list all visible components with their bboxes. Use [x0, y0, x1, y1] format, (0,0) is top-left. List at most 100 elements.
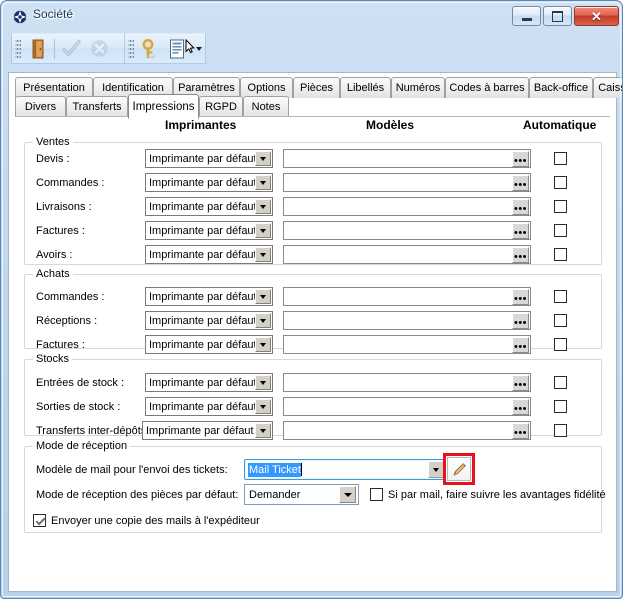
ellipsis-icon: ••• [513, 340, 528, 353]
reception-mode-combo[interactable]: Demander [244, 484, 359, 505]
model-browse-button[interactable]: ••• [512, 398, 529, 415]
tab-impressions[interactable]: Impressions [128, 94, 199, 119]
auto-checkbox-factures-achats[interactable] [554, 338, 567, 351]
printer-combo-livraisons[interactable]: Imprimante par défaut [145, 197, 273, 216]
auto-checkbox-sorties-stock[interactable] [554, 400, 567, 413]
auto-checkbox-avoirs[interactable] [554, 248, 567, 261]
tab-label: Options [247, 82, 286, 94]
column-header-models: Modèles [366, 118, 415, 132]
auto-checkbox-receptions[interactable] [554, 314, 567, 327]
chevron-down-icon[interactable] [255, 199, 271, 214]
close-button[interactable]: ✕ [574, 6, 619, 26]
model-browse-button[interactable]: ••• [512, 312, 529, 329]
exit-door-button[interactable] [24, 36, 52, 62]
loyalty-checkbox-label[interactable]: Si par mail, faire suivre les avantages … [388, 489, 606, 501]
minimize-button[interactable] [512, 6, 541, 26]
chevron-down-icon[interactable] [255, 399, 271, 414]
model-input-avoirs[interactable]: ••• [283, 245, 531, 264]
printer-combo-commandes-ventes[interactable]: Imprimante par défaut [145, 173, 273, 192]
tab-rgpd[interactable]: RGPD [199, 96, 243, 117]
printer-combo-factures-achats[interactable]: Imprimante par défaut [145, 335, 273, 354]
model-browse-button[interactable]: ••• [512, 288, 529, 305]
chevron-down-icon[interactable] [255, 423, 271, 438]
mail-template-combo[interactable]: Mail Ticket [244, 459, 446, 480]
auto-checkbox-livraisons[interactable] [554, 200, 567, 213]
tab-presentation[interactable]: Présentation [15, 77, 93, 98]
tab-label: Back-office [533, 82, 589, 94]
tab-transferts[interactable]: Transferts [66, 96, 128, 117]
printer-combo-avoirs[interactable]: Imprimante par défaut [145, 245, 273, 264]
cancel-button[interactable] [85, 36, 113, 62]
printer-combo-devis[interactable]: Imprimante par défaut [145, 149, 273, 168]
reports-button[interactable] [163, 36, 195, 62]
loyalty-checkbox[interactable] [370, 488, 383, 501]
auto-checkbox-transferts-inter-depots[interactable] [554, 424, 567, 437]
model-browse-button[interactable]: ••• [512, 374, 529, 391]
chevron-down-icon[interactable] [255, 313, 271, 328]
chevron-down-icon[interactable] [339, 486, 356, 503]
model-browse-button[interactable]: ••• [512, 246, 529, 263]
model-input-livraisons[interactable]: ••• [283, 197, 531, 216]
model-input-commandes-achats[interactable]: ••• [283, 287, 531, 306]
chevron-down-icon[interactable] [255, 375, 271, 390]
model-input-sorties-stock[interactable]: ••• [283, 397, 531, 416]
tab-libelles[interactable]: Libellés [340, 77, 391, 98]
model-browse-button[interactable]: ••• [512, 422, 529, 439]
tab-numeros[interactable]: Numéros [391, 77, 445, 98]
reports-dropdown-button[interactable] [194, 46, 205, 51]
chevron-down-icon[interactable] [255, 289, 271, 304]
printer-combo-receptions[interactable]: Imprimante par défaut [145, 311, 273, 330]
tab-pieces[interactable]: Pièces [293, 77, 340, 98]
printer-combo-commandes-achats[interactable]: Imprimante par défaut [145, 287, 273, 306]
tab-options[interactable]: Options [240, 77, 293, 98]
model-input-transferts-inter-depots[interactable]: ••• [283, 421, 531, 440]
model-browse-button[interactable]: ••• [512, 222, 529, 239]
tab-divers[interactable]: Divers [15, 96, 66, 117]
tab-back-office[interactable]: Back-office [529, 77, 593, 98]
chevron-down-icon[interactable] [255, 337, 271, 352]
titlebar: Société ✕ [1, 1, 622, 31]
model-input-devis[interactable]: ••• [283, 149, 531, 168]
tab-label: RGPD [205, 101, 237, 113]
auto-checkbox-commandes-ventes[interactable] [554, 176, 567, 189]
model-browse-button[interactable]: ••• [512, 336, 529, 353]
client-area: Présentation Identification Paramètres O… [8, 72, 622, 592]
auto-checkbox-factures-ventes[interactable] [554, 224, 567, 237]
auto-checkbox-commandes-achats[interactable] [554, 290, 567, 303]
app-compass-icon [12, 9, 28, 25]
validate-button[interactable] [57, 36, 85, 62]
model-input-entrees-stock[interactable]: ••• [283, 373, 531, 392]
model-browse-button[interactable]: ••• [512, 174, 529, 191]
chevron-down-icon[interactable] [255, 223, 271, 238]
printer-combo-entrees-stock[interactable]: Imprimante par défaut [145, 373, 273, 392]
printer-combo-sorties-stock[interactable]: Imprimante par défaut [145, 397, 273, 416]
model-input-commandes-ventes[interactable]: ••• [283, 173, 531, 192]
model-browse-button[interactable]: ••• [512, 198, 529, 215]
printer-combo-factures-ventes[interactable]: Imprimante par défaut [145, 221, 273, 240]
toolbar-gripper[interactable] [15, 37, 21, 60]
column-header-printers: Imprimantes [165, 118, 237, 132]
chevron-down-icon[interactable] [428, 461, 444, 478]
chevron-down-icon[interactable] [255, 151, 271, 166]
chevron-down-icon[interactable] [255, 175, 271, 190]
rights-key-button[interactable] [137, 36, 164, 62]
model-input-factures-ventes[interactable]: ••• [283, 221, 531, 240]
row-label-devis: Devis : [36, 153, 70, 165]
model-browse-button[interactable]: ••• [512, 150, 529, 167]
auto-checkbox-entrees-stock[interactable] [554, 376, 567, 389]
edit-mail-template-button[interactable] [447, 457, 471, 481]
toolbar-gripper-2[interactable] [128, 37, 134, 60]
printer-combo-transferts-inter-depots[interactable]: Imprimante par défaut [142, 421, 273, 440]
copy-sender-checkbox[interactable] [33, 514, 46, 527]
row-label-commandes-achats: Commandes : [36, 291, 105, 303]
tab-caisse[interactable]: Caisse [593, 77, 622, 98]
chevron-down-icon[interactable] [255, 247, 271, 262]
tab-notes[interactable]: Notes [243, 96, 289, 117]
maximize-button[interactable] [543, 6, 572, 26]
copy-sender-checkbox-label[interactable]: Envoyer une copie des mails à l'expédite… [51, 515, 260, 527]
model-input-factures-achats[interactable]: ••• [283, 335, 531, 354]
mail-template-label: Modèle de mail pour l'envoi des tickets: [36, 464, 228, 476]
tab-codes-a-barres[interactable]: Codes à barres [445, 77, 529, 98]
auto-checkbox-devis[interactable] [554, 152, 567, 165]
model-input-receptions[interactable]: ••• [283, 311, 531, 330]
